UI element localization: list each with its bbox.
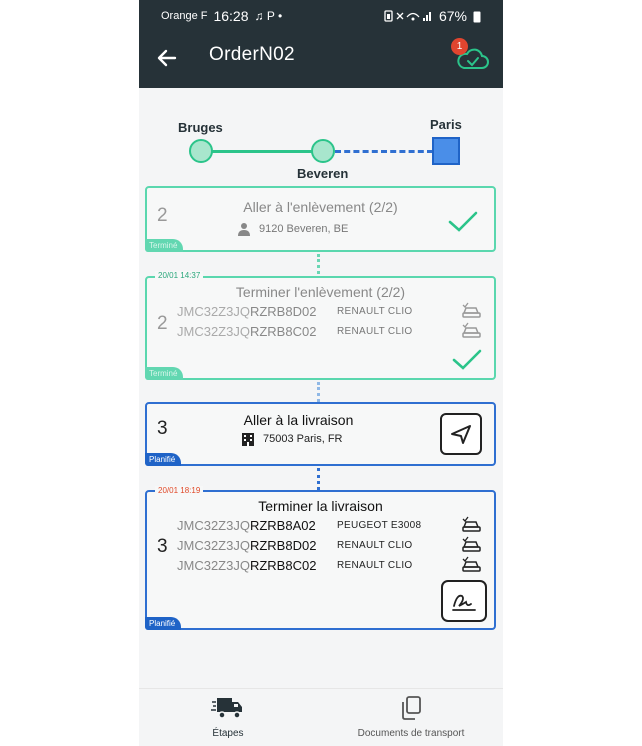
step-timestamp: 20/01 14:37 [155, 271, 204, 280]
vin-prefix: JMC32Z3JQ [177, 324, 250, 339]
truck-icon [211, 698, 242, 719]
origin-node [189, 139, 213, 163]
clock: 16:28 [213, 8, 249, 24]
status-badge: Planifié [145, 453, 182, 466]
sign-button[interactable] [441, 580, 487, 622]
navigation-icon [451, 425, 471, 444]
car-check-icon [462, 322, 481, 338]
vehicle-row: JMC32Z3JQ RZRB8D02 [177, 304, 316, 319]
vin-suffix: RZRB8C02 [249, 558, 317, 573]
step-connector [317, 468, 320, 490]
car-check-icon [462, 536, 481, 552]
step-title: Terminer l'enlèvement (2/2) [235, 284, 406, 300]
step-connector [317, 382, 320, 402]
route-segment-done [201, 150, 324, 153]
vin-prefix: JMC32Z3JQ [177, 558, 250, 573]
vehicle-row: JMC32Z3JQ RZRB8C02 [177, 558, 316, 573]
battery-level: 67% [438, 8, 467, 24]
step-card-go-pickup[interactable]: 2 Aller à l'enlèvement (2/2) 9120 Bevere… [145, 186, 496, 252]
step-title: Terminer la livraison [258, 498, 383, 514]
status-badge: Planifié [145, 617, 182, 630]
building-icon [242, 433, 254, 446]
step-card-go-delivery[interactable]: 3 Aller à la livraison 75003 Paris, FR P… [145, 402, 496, 466]
tab-steps-label: Étapes [212, 728, 244, 739]
car-check-icon [462, 302, 481, 318]
address-text: 75003 Paris, FR [263, 433, 343, 445]
vehicle-model: RENAULT CLIO [337, 306, 413, 317]
car-check-icon [462, 516, 481, 532]
destination-node [432, 137, 460, 165]
vehicle-row: JMC32Z3JQ RZRB8C02 [177, 324, 316, 339]
notification-icons: ♫ P • [254, 9, 283, 23]
tab-documents[interactable]: Documents de transport [341, 695, 481, 739]
step-timestamp: 20/01 18:19 [155, 486, 204, 495]
tab-documents-label: Documents de transport [357, 728, 465, 739]
phone-screen: Orange F 16:28 ♫ P • 67% OrderN02 1 Brug… [139, 0, 503, 746]
signature-icon [452, 594, 476, 611]
vin-suffix: RZRB8C02 [249, 324, 317, 339]
status-badge: Terminé [145, 239, 184, 252]
vin-suffix: RZRB8D02 [249, 304, 317, 319]
vehicle-model: RENAULT CLIO [337, 560, 413, 571]
step-number: 2 [157, 313, 168, 334]
step-address: 75003 Paris, FR [241, 432, 342, 446]
vin-prefix: JMC32Z3JQ [177, 518, 250, 533]
origin-city: Bruges [178, 120, 223, 135]
app-bar: OrderN02 1 [139, 30, 503, 88]
vin-prefix: JMC32Z3JQ [177, 304, 250, 319]
documents-icon [402, 696, 421, 720]
tab-steps[interactable]: Étapes [158, 695, 298, 739]
step-title: Aller à la livraison [243, 412, 354, 428]
car-check-icon [462, 556, 481, 572]
step-card-finish-delivery[interactable]: 20/01 18:19 Terminer la livraison 3 JMC3… [145, 486, 496, 630]
vehicle-model: RENAULT CLIO [337, 326, 413, 337]
check-icon [448, 211, 478, 232]
arrow-left-icon[interactable] [153, 44, 181, 72]
status-bar: Orange F 16:28 ♫ P • 67% [139, 0, 503, 30]
via-node [311, 139, 335, 163]
vin-prefix: JMC32Z3JQ [177, 538, 250, 553]
check-icon [452, 349, 482, 370]
person-icon [238, 223, 250, 236]
page-title: OrderN02 [209, 44, 295, 65]
route-segment-planned [335, 150, 433, 153]
vin-suffix: RZRB8A02 [249, 518, 316, 533]
carrier-name: Orange F [161, 10, 208, 22]
sync-badge: 1 [451, 38, 468, 55]
vin-suffix: RZRB8D02 [249, 538, 317, 553]
step-number: 3 [157, 536, 168, 557]
vehicle-model: RENAULT CLIO [337, 540, 413, 551]
step-address: 9120 Beveren, BE [237, 222, 348, 236]
status-badge: Terminé [145, 367, 184, 380]
vehicle-row: JMC32Z3JQ RZRB8D02 [177, 538, 316, 553]
system-status-icons [384, 10, 431, 22]
vehicle-row: JMC32Z3JQ RZRB8A02 [177, 518, 316, 533]
step-card-finish-pickup[interactable]: 20/01 14:37 Terminer l'enlèvement (2/2) … [145, 271, 496, 380]
step-connector [317, 254, 320, 274]
via-city: Beveren [297, 166, 349, 181]
vehicle-model: PEUGEOT E3008 [337, 520, 422, 531]
address-text: 9120 Beveren, BE [259, 223, 349, 235]
navigate-button[interactable] [440, 413, 482, 455]
bottom-navigation: Étapes Documents de transport [139, 688, 503, 746]
step-title: Aller à l'enlèvement (2/2) [243, 199, 398, 215]
destination-city: Paris [430, 117, 462, 132]
battery-icon [473, 11, 481, 22]
